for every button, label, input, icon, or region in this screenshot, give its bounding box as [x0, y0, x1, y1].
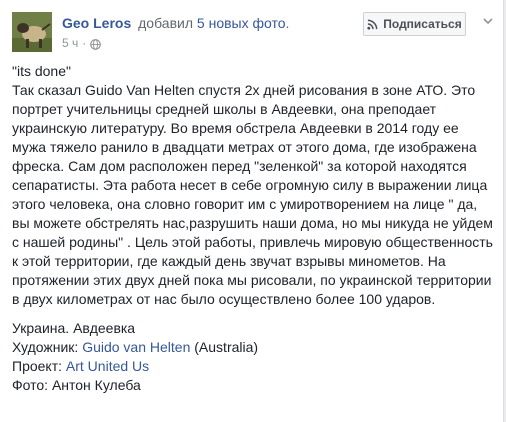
new-photos-link[interactable]: 5 новых фото [197, 15, 286, 31]
artist-country: (Australia) [190, 339, 259, 355]
post-card: Geo Leros добавил 5 новых фото. 5 ч · По… [0, 0, 504, 422]
post-action-text: добавил 5 новых фото. [138, 15, 289, 31]
post-header-line: Geo Leros добавил 5 новых фото. [62, 14, 289, 32]
action-suffix: . [285, 15, 290, 31]
post-meta: 5 ч · [62, 35, 102, 51]
post-quote-line: "its done" [12, 63, 71, 79]
author-avatar[interactable] [12, 12, 52, 52]
meta-separator: · [82, 36, 87, 50]
chevron-down-icon[interactable] [481, 14, 495, 28]
post-location-line: Украина. Авдеевка [12, 320, 136, 336]
subscribe-button[interactable]: Подписаться [363, 12, 466, 36]
globe-icon[interactable] [90, 38, 102, 50]
project-label: Проект: [12, 358, 66, 374]
subscribe-label: Подписаться [383, 17, 462, 31]
rss-icon [367, 19, 378, 30]
artist-link[interactable]: Guido van Helten [82, 339, 190, 355]
author-name-link[interactable]: Geo Leros [62, 15, 131, 31]
project-line: Проект: Art United Us [12, 357, 494, 376]
project-link[interactable]: Art United Us [66, 358, 149, 374]
post-body: "its done" Так сказал Guido Van Helten с… [12, 62, 494, 395]
artist-line: Художник: Guido van Helten (Australia) [12, 338, 494, 357]
post-timestamp[interactable]: 5 ч [62, 35, 78, 51]
post-main-paragraph: Так сказал Guido Van Helten спустя 2х дн… [12, 82, 493, 307]
action-prefix: добавил [138, 15, 194, 31]
photo-credit-line: Фото: Антон Кулеба [12, 377, 141, 393]
artist-label: Художник: [12, 339, 83, 355]
